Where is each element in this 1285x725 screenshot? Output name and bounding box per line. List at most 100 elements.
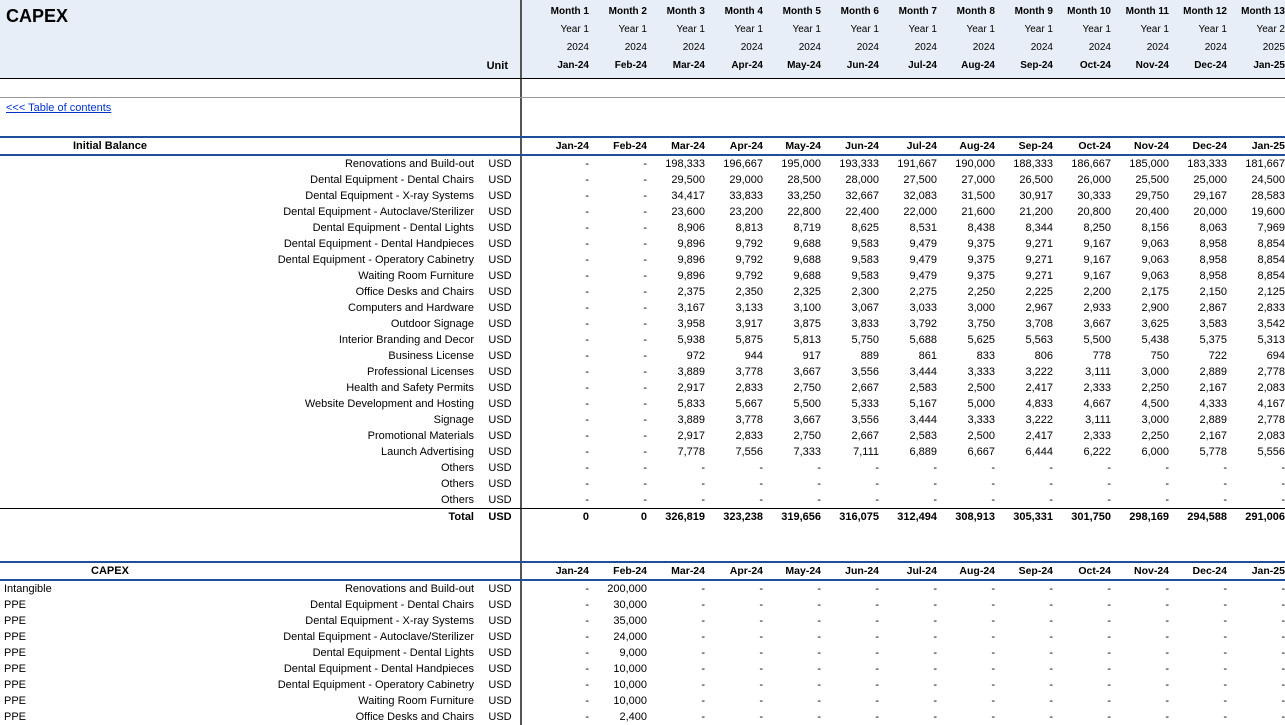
cell-value: - [821, 709, 879, 725]
table-row: Interior Branding and DecorUSD--5,9385,8… [0, 332, 1285, 348]
cell-value: - [1227, 629, 1285, 645]
cell-value: 3,033 [879, 300, 937, 316]
cell-value: - [763, 693, 821, 709]
cell-value: 7,778 [647, 444, 705, 460]
cell-value: 6,000 [1111, 444, 1169, 460]
cell-value: - [647, 677, 705, 693]
cell-value: 0 [589, 509, 647, 525]
row-label: Renovations and Build-out [68, 583, 480, 595]
cell-value: - [763, 492, 821, 508]
period-label: Oct-24 [1053, 138, 1111, 154]
cell-value: 8,719 [763, 220, 821, 236]
banner: CAPEX Unit Month 1Year 12024Jan-24Month … [0, 0, 1285, 79]
cell-value: 9,583 [821, 268, 879, 284]
row-label: Dental Equipment - Operatory Cabinetry [68, 254, 480, 266]
cell-value: - [995, 661, 1053, 677]
cell-value: - [589, 172, 647, 188]
cell-value: - [589, 332, 647, 348]
cell-value: - [647, 581, 705, 597]
period-label: Aug-24 [937, 563, 995, 579]
cell-value: 3,917 [705, 316, 763, 332]
cell-value: - [995, 693, 1053, 709]
cell-value: - [705, 629, 763, 645]
cell-value: - [879, 597, 937, 613]
cell-value: 4,333 [1169, 396, 1227, 412]
cell-value: - [1227, 476, 1285, 492]
cell-value: - [1169, 693, 1227, 709]
cell-value: 2,083 [1227, 380, 1285, 396]
cell-value: 316,075 [821, 509, 879, 525]
cell-value: - [589, 316, 647, 332]
cell-value: 8,813 [705, 220, 763, 236]
cell-value: 972 [647, 348, 705, 364]
cell-value: 2,175 [1111, 284, 1169, 300]
cell-value: - [1111, 597, 1169, 613]
cell-value: 694 [1227, 348, 1285, 364]
cell-value: 185,000 [1111, 156, 1169, 172]
cell-value: 186,667 [1053, 156, 1111, 172]
cell-value: - [995, 677, 1053, 693]
cell-value: 5,500 [763, 396, 821, 412]
cell-value: 7,969 [1227, 220, 1285, 236]
cell-value: 183,333 [1169, 156, 1227, 172]
cell-value: - [647, 661, 705, 677]
row-unit: USD [480, 206, 520, 218]
cell-value: - [1053, 677, 1111, 693]
cell-value: 9,167 [1053, 236, 1111, 252]
cell-value: - [937, 693, 995, 709]
cell-value: - [763, 677, 821, 693]
cell-value: - [763, 661, 821, 677]
cell-value: - [1169, 709, 1227, 725]
cell-value: 3,556 [821, 412, 879, 428]
cell-value: 200,000 [589, 581, 647, 597]
cell-value: - [763, 709, 821, 725]
cell-value: - [531, 188, 589, 204]
row-label: Others [68, 478, 480, 490]
cell-value: - [531, 396, 589, 412]
cell-value: 33,250 [763, 188, 821, 204]
cell-value: 2,417 [995, 380, 1053, 396]
cell-value: - [1169, 597, 1227, 613]
cell-value: 9,896 [647, 236, 705, 252]
cell-value: 3,667 [763, 364, 821, 380]
cell-value: 298,169 [1111, 509, 1169, 525]
cell-value: 193,333 [821, 156, 879, 172]
cell-value: - [821, 677, 879, 693]
cell-value: - [589, 380, 647, 396]
section-periods: Jan-24Feb-24Mar-24Apr-24May-24Jun-24Jul-… [522, 563, 1285, 579]
cell-value: 4,667 [1053, 396, 1111, 412]
cell-value: - [531, 300, 589, 316]
cell-value: 3,111 [1053, 412, 1111, 428]
cell-value: - [1111, 613, 1169, 629]
cell-value: - [821, 460, 879, 476]
cell-value: 27,500 [879, 172, 937, 188]
period-label: Jun-24 [821, 138, 879, 154]
cell-value: - [589, 220, 647, 236]
toc-row: <<< Table of contents [0, 97, 1285, 118]
cell-value: 7,556 [705, 444, 763, 460]
cell-value: - [705, 661, 763, 677]
table-row: PPEDental Equipment - Dental HandpiecesU… [0, 661, 1285, 677]
section-title: Initial Balance [0, 138, 220, 154]
cell-value: 2,125 [1227, 284, 1285, 300]
toc-link[interactable]: <<< Table of contents [6, 102, 111, 114]
table-row: Dental Equipment - X-ray SystemsUSD--34,… [0, 188, 1285, 204]
row-unit: USD [480, 366, 520, 378]
cell-value: 3,889 [647, 364, 705, 380]
cell-value: - [705, 597, 763, 613]
table-row: PPEDental Equipment - Autoclave/Steriliz… [0, 629, 1285, 645]
cell-value: 35,000 [589, 613, 647, 629]
cell-value: - [531, 284, 589, 300]
cell-value: 24,000 [589, 629, 647, 645]
period-label: Apr-24 [705, 138, 763, 154]
row-unit: USD [480, 238, 520, 250]
row-unit: USD [480, 254, 520, 266]
cell-value: 2,250 [937, 284, 995, 300]
initial-balance-rows: Renovations and Build-outUSD--198,333196… [0, 156, 1285, 508]
total-values: 00326,819323,238319,656316,075312,494308… [522, 509, 1285, 525]
cell-value: - [531, 444, 589, 460]
row-category: PPE [0, 679, 68, 691]
cell-value: 9,271 [995, 236, 1053, 252]
cell-value: 917 [763, 348, 821, 364]
cell-value: 34,417 [647, 188, 705, 204]
